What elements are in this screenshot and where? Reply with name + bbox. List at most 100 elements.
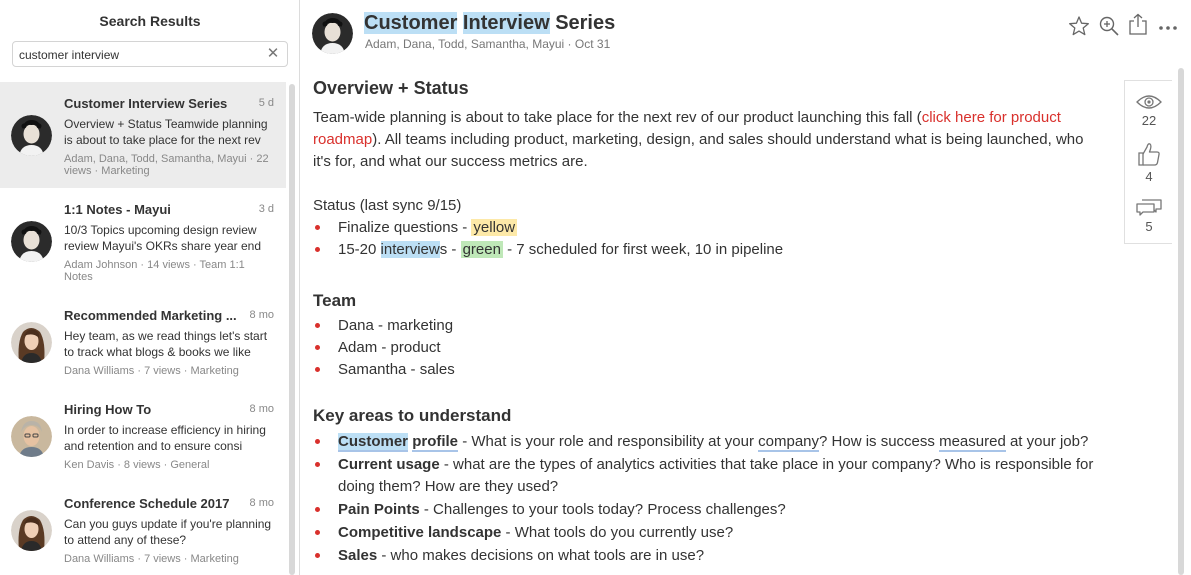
likes-count: 4	[1145, 169, 1153, 184]
result-meta: Ken Davis · 8 views · General	[64, 459, 210, 471]
likes-stat[interactable]: 4	[1125, 141, 1173, 184]
status-item-text: Finalize questions - yellow	[338, 217, 1113, 239]
avatar	[11, 322, 52, 363]
result-date: 8 mo	[249, 497, 274, 509]
status-text: - 7 scheduled for first week, 10 in pipe…	[502, 241, 784, 258]
result-title: Customer Interview Series	[64, 96, 228, 111]
avatar	[11, 221, 52, 262]
bullet-dot	[315, 553, 320, 558]
search-box[interactable]: ✕	[12, 41, 288, 67]
avatar	[11, 115, 52, 156]
bullet-dot	[315, 367, 320, 372]
bullet-dot	[315, 530, 320, 535]
key-area-desc: at your job?	[1005, 433, 1089, 450]
search-input[interactable]	[19, 46, 259, 63]
status-item-text: 15-20 interviews - green - 7 scheduled f…	[338, 239, 1113, 261]
key-area-label: Competitive landscape	[338, 524, 502, 541]
bullet-dot	[315, 323, 320, 328]
avatar	[11, 510, 52, 551]
result-snippet: 10/3 Topics upcoming design review revie…	[64, 223, 262, 253]
share-icon[interactable]	[1127, 13, 1149, 35]
team-item-text: Samantha - sales	[338, 361, 455, 378]
status-label: Status (last sync 9/15)	[313, 197, 462, 214]
key-area-desc: - what are the types of analytics activi…	[338, 456, 1094, 495]
eye-icon	[1136, 95, 1162, 109]
key-areas-heading: Key areas to understand	[313, 406, 512, 425]
result-date: 8 mo	[249, 309, 274, 321]
key-area-text: Current usage - what are the types of an…	[338, 454, 1108, 498]
result-item-recommended-marketing[interactable]: Recommended Marketing ... 8 mo Hey team,…	[0, 294, 286, 388]
key-area-label: Pain Points	[338, 501, 420, 518]
key-area-label: Sales	[338, 547, 378, 564]
bullet-dot	[315, 462, 320, 467]
stats-panel: 22 4 5	[1124, 80, 1172, 244]
team-item-text: Dana - marketing	[338, 317, 454, 334]
results-list: Customer Interview Series 5 d Overview +…	[0, 82, 286, 575]
bullet-dot	[315, 507, 320, 512]
result-meta: Dana Williams · 7 views · Marketing	[64, 365, 239, 377]
overview-text: ). All teams including product, marketin…	[313, 131, 1084, 170]
result-item-conference-schedule-2017[interactable]: Conference Schedule 2017 8 mo Can you gu…	[0, 482, 286, 575]
more-icon[interactable]	[1157, 15, 1179, 37]
key-area-desc: - What tools do you currently use?	[501, 524, 734, 541]
key-area-text: Competitive landscape - What tools do yo…	[338, 522, 1113, 544]
key-area-label: profile	[412, 433, 459, 452]
result-title: Recommended Marketing ...	[64, 308, 237, 323]
result-item-hiring-how-to[interactable]: Hiring How To 8 mo In order to increase …	[0, 388, 286, 482]
overview-heading: Overview + Status	[313, 78, 469, 98]
author-avatar	[312, 13, 353, 54]
result-meta: Adam, Dana, Todd, Samantha, Mayui · 22 v…	[64, 153, 269, 177]
document-title: Customer Interview Series	[364, 12, 615, 35]
title-word: Series	[555, 12, 616, 34]
overview-text: Team-wide planning is about to take plac…	[313, 109, 922, 126]
result-snippet: In order to increase efficiency in hirin…	[64, 423, 266, 453]
underlined-word: measured	[939, 433, 1006, 452]
result-snippet: Hey team, as we read things let's start …	[64, 329, 268, 359]
result-meta: Dana Williams · 7 views · Marketing	[64, 553, 239, 565]
team-heading: Team	[313, 291, 357, 310]
avatar	[11, 416, 52, 457]
views-count: 22	[1141, 113, 1157, 128]
zoom-icon[interactable]	[1098, 15, 1120, 37]
result-meta: Adam Johnson · 14 views · Team 1:1 Notes	[64, 259, 245, 283]
underlined-word: company	[758, 433, 820, 452]
result-date: 3 d	[258, 203, 274, 215]
comments-icon	[1136, 199, 1162, 216]
status-text: Finalize questions -	[338, 219, 472, 236]
key-area-desc: - Challenges to your tools today? Proces…	[419, 501, 786, 518]
result-date: 5 d	[258, 97, 274, 109]
bullet-dot	[315, 247, 320, 252]
thumbs-up-icon	[1138, 143, 1160, 166]
document-scrollbar[interactable]	[1178, 68, 1184, 575]
clear-search-icon[interactable]: ✕	[265, 45, 281, 63]
result-snippet: Can you guys update if you're planning t…	[64, 517, 272, 547]
star-icon[interactable]	[1068, 15, 1090, 37]
comments-stat[interactable]: 5	[1125, 197, 1173, 234]
bullet-dot	[315, 225, 320, 230]
bullet-dot	[315, 439, 320, 444]
bullet-dot	[315, 345, 320, 350]
status-text: 15-20	[338, 241, 381, 258]
title-word-highlight: Customer	[364, 12, 458, 34]
status-tag-yellow: yellow	[471, 219, 518, 236]
search-match-highlight: Customer	[338, 433, 409, 452]
search-match-highlight: interview	[380, 241, 440, 258]
key-area-desc: ? How is success	[819, 433, 940, 450]
overview-paragraph: Team-wide planning is about to take plac…	[313, 107, 1103, 173]
key-area-text: Pain Points - Challenges to your tools t…	[338, 499, 1113, 521]
comments-count: 5	[1145, 219, 1153, 234]
result-title: Hiring How To	[64, 402, 152, 417]
key-area-desc: - who makes decisions on what tools are …	[377, 547, 705, 564]
search-sidebar: Search Results ✕ Customer Interview Seri…	[0, 0, 300, 575]
team-item-text: Adam - product	[338, 339, 441, 356]
result-item-1-1-notes-mayui[interactable]: 1:1 Notes - Mayui 3 d 10/3 Topics upcomi…	[0, 188, 286, 294]
views-stat[interactable]: 22	[1125, 93, 1173, 128]
status-tag-green: green	[460, 241, 503, 258]
result-item-customer-interview-series[interactable]: Customer Interview Series 5 d Overview +…	[0, 82, 286, 188]
status-text: s -	[439, 241, 461, 258]
sidebar-title: Search Results	[99, 13, 201, 29]
sidebar-scrollbar[interactable]	[289, 84, 295, 575]
result-date: 8 mo	[249, 403, 274, 415]
document-meta: Adam, Dana, Todd, Samantha, Mayui · Oct …	[365, 37, 611, 51]
result-title: Conference Schedule 2017	[64, 496, 230, 511]
